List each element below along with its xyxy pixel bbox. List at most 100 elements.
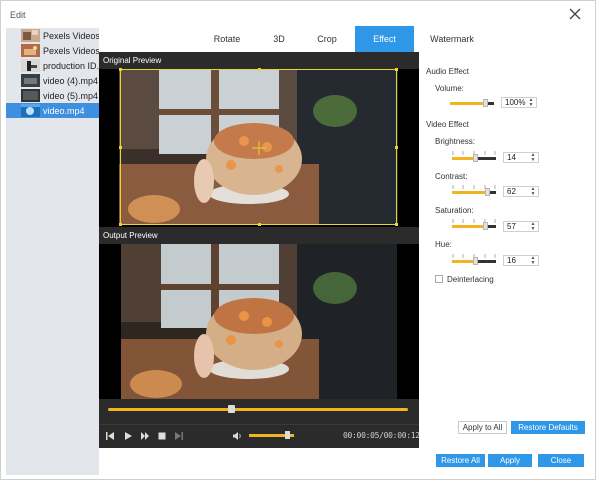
brightness-value: 14	[507, 153, 516, 162]
crop-handle[interactable]	[258, 223, 261, 226]
slider-track	[476, 260, 496, 263]
spinner-arrows-icon[interactable]: ▲ ▼	[530, 187, 536, 197]
slider-knob[interactable]	[483, 99, 488, 107]
hue-value: 16	[507, 256, 516, 265]
edit-window: Edit Pexels Videos ... Pexels Videos ...…	[0, 0, 596, 480]
brightness-spinbox[interactable]: 14 ▲ ▼	[503, 152, 539, 163]
hue-slider[interactable]	[452, 254, 496, 266]
slider-knob[interactable]	[473, 154, 478, 162]
file-item[interactable]: video (4).mp4	[6, 73, 99, 88]
tab-3d[interactable]: 3D	[259, 26, 299, 52]
video-effect-title: Video Effect	[426, 120, 469, 129]
skip-back-icon[interactable]	[105, 431, 115, 441]
brightness-label: Brightness:	[435, 137, 476, 146]
crop-handle[interactable]	[119, 223, 122, 226]
video-thumbnail	[21, 74, 40, 87]
spinner-arrows-icon[interactable]: ▲ ▼	[530, 256, 536, 266]
tab-effect[interactable]: Effect	[355, 26, 414, 52]
video-thumbnail	[21, 89, 40, 102]
volume-knob[interactable]	[285, 431, 290, 439]
file-name: production ID...	[43, 60, 99, 71]
audio-volume-slider[interactable]	[450, 96, 494, 108]
fast-forward-icon[interactable]	[140, 431, 150, 441]
hue-label: Hue:	[435, 240, 452, 249]
saturation-slider[interactable]	[452, 219, 496, 231]
tab-crop[interactable]: Crop	[305, 26, 349, 52]
time-display: 00:00:05/00:00:12	[343, 431, 420, 440]
spinner-arrows-icon[interactable]: ▲ ▼	[530, 153, 536, 163]
saturation-label: Saturation:	[435, 206, 474, 215]
video-thumbnail	[21, 59, 40, 72]
title-bar: Edit	[1, 1, 595, 28]
spinner-arrows-icon[interactable]: ▲ ▼	[528, 98, 534, 108]
progress-knob[interactable]	[228, 405, 235, 413]
contrast-value: 62	[507, 187, 516, 196]
window-title: Edit	[10, 10, 26, 20]
close-icon[interactable]	[567, 6, 583, 22]
skip-end-icon[interactable]	[174, 431, 184, 441]
file-item[interactable]: Pexels Videos ...	[6, 43, 99, 58]
edit-tabs: Rotate 3D Crop Effect Watermark	[99, 26, 595, 52]
deinterlacing-checkbox[interactable]	[435, 275, 443, 283]
slider-fill	[452, 225, 486, 228]
file-list-sidebar: Pexels Videos ... Pexels Videos ... prod…	[6, 28, 99, 475]
spinner-arrows-icon[interactable]: ▲ ▼	[530, 222, 536, 232]
tab-watermark[interactable]: Watermark	[419, 26, 485, 52]
saturation-spinbox[interactable]: 57 ▲ ▼	[503, 221, 539, 232]
restore-defaults-button[interactable]: Restore Defaults	[511, 421, 585, 434]
file-item[interactable]: video (5).mp4	[6, 88, 99, 103]
playback-controls: 00:00:05/00:00:12	[99, 424, 420, 446]
bottom-action-bar: Restore All Apply Close	[99, 448, 595, 478]
volume-icon[interactable]	[232, 431, 242, 441]
slider-fill	[452, 191, 488, 194]
apply-to-all-button[interactable]: Apply to All	[458, 421, 507, 434]
preview-area: Original Preview Output Preview	[99, 52, 419, 448]
volume-label: Volume:	[435, 84, 464, 93]
contrast-slider[interactable]	[452, 185, 496, 197]
playback-progress-bar[interactable]	[108, 405, 408, 413]
slider-knob[interactable]	[485, 188, 490, 196]
brightness-slider[interactable]	[452, 151, 496, 163]
volume-slider[interactable]	[249, 431, 294, 439]
crop-handle[interactable]	[119, 146, 122, 149]
volume-spinbox[interactable]: 100% ▲ ▼	[501, 97, 537, 108]
slider-ticks	[452, 219, 496, 223]
video-thumbnail	[21, 44, 40, 57]
restore-all-button[interactable]: Restore All	[436, 454, 485, 467]
crop-handle[interactable]	[395, 68, 398, 71]
crop-handle[interactable]	[119, 68, 122, 71]
file-item[interactable]: Pexels Videos ...	[6, 28, 99, 43]
close-button[interactable]: Close	[538, 454, 584, 467]
tab-rotate[interactable]: Rotate	[197, 26, 257, 52]
effect-panel: Audio Effect Volume: 100% ▲ ▼ Video Effec…	[419, 52, 595, 448]
file-name: video (5).mp4	[43, 90, 99, 101]
file-item[interactable]: production ID...	[6, 58, 99, 73]
crop-handle[interactable]	[395, 223, 398, 226]
saturation-value: 57	[507, 222, 516, 231]
crop-handle[interactable]	[395, 146, 398, 149]
file-item-selected[interactable]: video.mp4	[6, 103, 99, 118]
crop-selection-box[interactable]	[119, 68, 398, 226]
video-thumbnail	[21, 29, 40, 42]
apply-button[interactable]: Apply	[488, 454, 532, 467]
file-name: Pexels Videos ...	[43, 30, 99, 41]
output-preview-label: Output Preview	[99, 228, 419, 244]
output-video-frame	[121, 244, 397, 399]
video-thumbnail	[21, 104, 40, 117]
original-preview-label: Original Preview	[99, 53, 419, 69]
file-name: Pexels Videos ...	[43, 45, 99, 56]
slider-track	[476, 157, 496, 160]
contrast-label: Contrast:	[435, 172, 468, 181]
deinterlacing-label: Deinterlacing	[447, 275, 494, 284]
hue-spinbox[interactable]: 16 ▲ ▼	[503, 255, 539, 266]
slider-fill	[450, 102, 486, 105]
file-name: video (4).mp4	[43, 75, 99, 86]
slider-knob[interactable]	[473, 257, 478, 265]
play-icon[interactable]	[123, 431, 133, 441]
audio-effect-title: Audio Effect	[426, 67, 469, 76]
crop-handle[interactable]	[258, 68, 261, 71]
slider-knob[interactable]	[483, 222, 488, 230]
output-video-image	[121, 244, 397, 399]
contrast-spinbox[interactable]: 62 ▲ ▼	[503, 186, 539, 197]
stop-icon[interactable]	[157, 431, 167, 441]
